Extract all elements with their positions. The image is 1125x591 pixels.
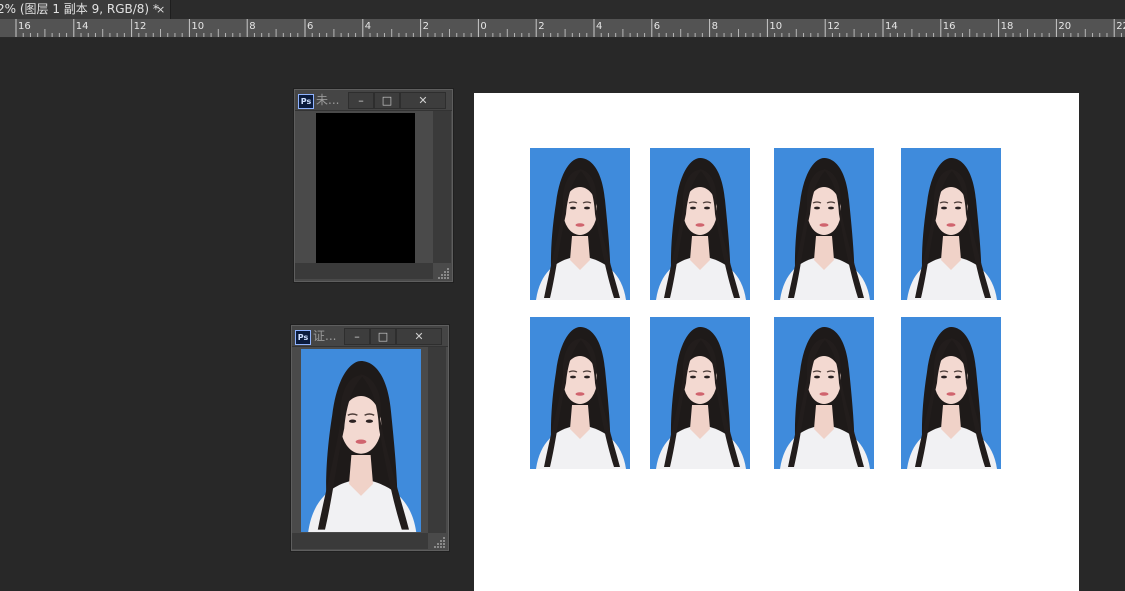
ruler-label: 12	[827, 21, 840, 32]
ruler-label: 6	[307, 21, 313, 32]
ruler-label: 16	[943, 21, 956, 32]
close-button[interactable]: ✕	[396, 328, 442, 345]
floating-document-window-id-photo[interactable]: Ps 证... – □ ✕	[291, 325, 449, 551]
ruler-label: 2	[423, 21, 429, 32]
ruler-label: 2	[538, 21, 544, 32]
id-photo-preview	[301, 349, 421, 532]
photoshop-icon: Ps	[298, 94, 314, 109]
black-canvas-preview	[316, 113, 415, 263]
window-title-bar[interactable]: Ps 证... – □ ✕	[292, 326, 448, 347]
horizontal-scrollbar[interactable]	[292, 533, 428, 549]
ruler-label: 4	[365, 21, 371, 32]
ruler-label: 20	[1058, 21, 1071, 32]
window-title: 证...	[313, 329, 337, 343]
document-tab-bar: 2% (图层 1 副本 9, RGB/8) * ×	[0, 0, 1125, 19]
ruler-label: 14	[76, 21, 89, 32]
ruler-label: 0	[480, 21, 486, 32]
minimize-button[interactable]: –	[348, 92, 374, 109]
vertical-scrollbar[interactable]	[428, 347, 446, 533]
id-photo	[774, 317, 874, 469]
ruler-label: 14	[885, 21, 898, 32]
document-tab[interactable]: 2% (图层 1 副本 9, RGB/8) * ×	[0, 0, 171, 19]
horizontal-scrollbar[interactable]	[295, 263, 433, 279]
window-title: 未...	[316, 93, 340, 107]
vertical-scrollbar[interactable]	[433, 111, 451, 263]
id-photo	[650, 317, 750, 469]
ruler-label: 12	[134, 21, 147, 32]
close-button[interactable]: ✕	[400, 92, 446, 109]
id-photo	[774, 148, 874, 300]
resize-grip-icon[interactable]	[438, 267, 450, 279]
ruler-label: 6	[654, 21, 660, 32]
floating-document-window-untitled[interactable]: Ps 未... – □ ✕	[294, 89, 453, 282]
ruler-label: 18	[1001, 21, 1014, 32]
document-canvas[interactable]	[474, 93, 1079, 591]
ruler-label: 10	[191, 21, 204, 32]
window-title-bar[interactable]: Ps 未... – □ ✕	[295, 90, 452, 111]
close-tab-icon[interactable]: ×	[156, 0, 165, 19]
id-photo	[530, 148, 630, 300]
id-photo	[901, 317, 1001, 469]
maximize-button[interactable]: □	[374, 92, 400, 109]
document-tab-title: 2% (图层 1 副本 9, RGB/8) *	[0, 2, 159, 16]
ruler-label: 8	[712, 21, 718, 32]
id-photo	[901, 148, 1001, 300]
ruler-label: 8	[249, 21, 255, 32]
minimize-button[interactable]: –	[344, 328, 370, 345]
ruler-ticks: 1614121086420246810121416182022	[15, 19, 1125, 37]
horizontal-ruler[interactable]: 1614121086420246810121416182022	[0, 19, 1125, 38]
ruler-label: 16	[18, 21, 31, 32]
maximize-button[interactable]: □	[370, 328, 396, 345]
resize-grip-icon[interactable]	[434, 536, 446, 548]
ruler-label: 22	[1116, 21, 1125, 32]
photoshop-icon: Ps	[295, 330, 311, 345]
ruler-label: 4	[596, 21, 602, 32]
id-photo	[650, 148, 750, 300]
id-photo	[530, 317, 630, 469]
ruler-label: 10	[769, 21, 782, 32]
